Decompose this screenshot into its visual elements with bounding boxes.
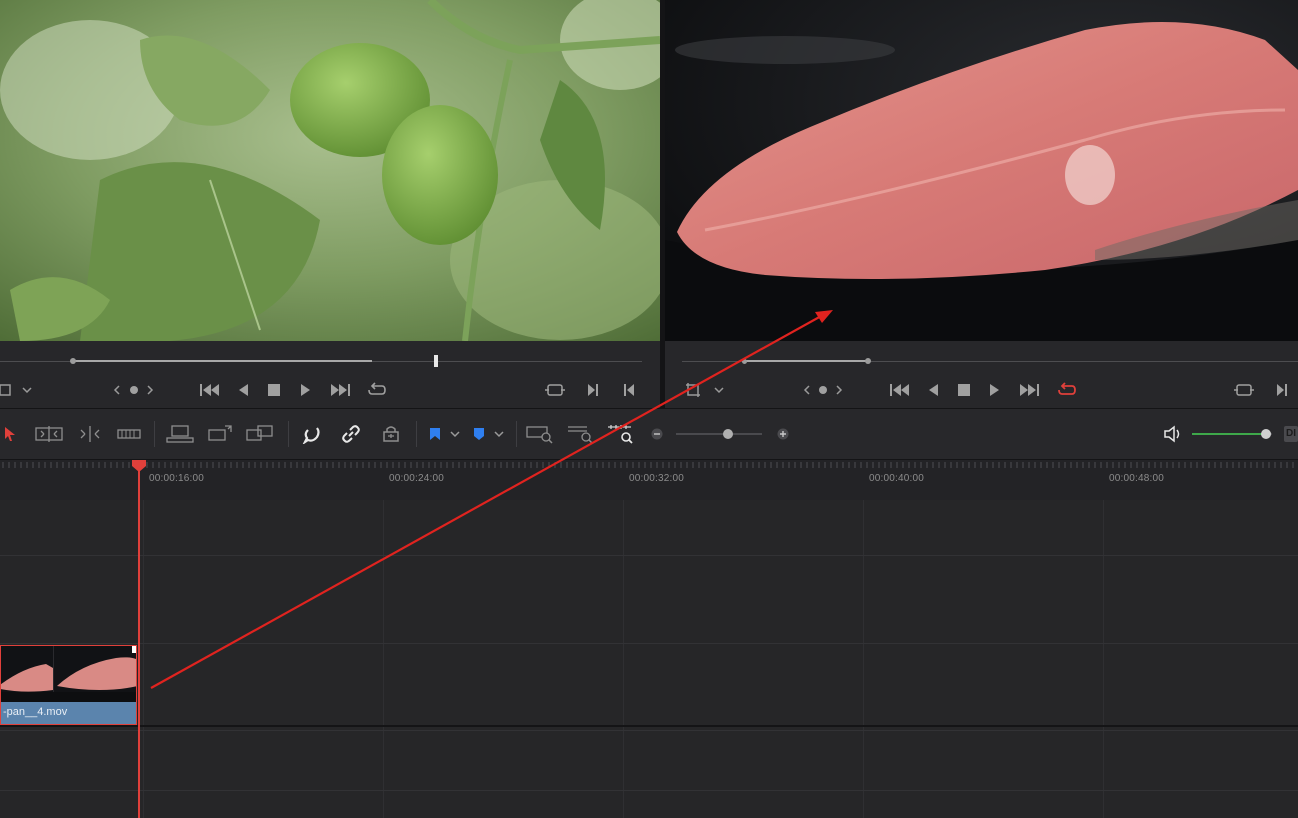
position-lock-icon[interactable] (379, 423, 403, 445)
play-icon[interactable] (987, 381, 1003, 399)
skip-start-icon[interactable] (198, 381, 222, 399)
loop-icon[interactable] (366, 381, 388, 399)
timecode-label: 00:00:48:00 (1109, 473, 1165, 484)
mark-out-icon[interactable] (621, 381, 637, 399)
next-arrow-icon[interactable] (143, 383, 157, 397)
toolbar-separator (154, 421, 155, 447)
toolbar-separator (516, 421, 517, 447)
overwrite-clip-icon[interactable] (206, 423, 234, 445)
chevron-down-icon[interactable] (492, 426, 506, 442)
match-frame-icon[interactable] (1233, 381, 1255, 399)
program-in-point[interactable] (742, 359, 747, 364)
track-divider (0, 555, 1298, 556)
skip-end-icon[interactable] (328, 381, 352, 399)
grid-line (143, 500, 144, 818)
flag-icon[interactable] (427, 425, 443, 443)
source-in-point[interactable] (70, 358, 76, 364)
clip-trim-handle[interactable] (132, 646, 136, 653)
source-playhead[interactable] (434, 355, 438, 367)
audio-meter-label: DI (1286, 428, 1296, 439)
playhead-handle[interactable] (131, 459, 147, 473)
chevron-down-icon[interactable] (448, 426, 462, 442)
volume-level (1192, 433, 1266, 435)
prev-arrow-icon[interactable] (110, 383, 124, 397)
mark-in-icon[interactable] (1274, 381, 1290, 399)
skip-end-icon[interactable] (1017, 381, 1041, 399)
stop-icon[interactable] (956, 381, 972, 399)
dot-icon[interactable] (127, 383, 141, 397)
dynamic-trim-icon[interactable] (76, 424, 104, 444)
trim-tool-icon[interactable] (34, 424, 64, 444)
volume-icon[interactable] (1162, 424, 1184, 444)
chevron-down-icon[interactable] (712, 383, 726, 397)
program-transport-bar (665, 341, 1298, 408)
crop-icon[interactable] (685, 383, 701, 397)
source-transport-bar (0, 341, 660, 408)
zoom-slider[interactable] (676, 433, 762, 435)
next-arrow-icon[interactable] (832, 383, 846, 397)
playhead-line[interactable] (138, 466, 140, 818)
replace-clip-icon[interactable] (245, 423, 275, 445)
play-reverse-icon[interactable] (925, 381, 941, 399)
track-divider (0, 730, 1298, 731)
audio-meter-button[interactable]: DI (1284, 426, 1298, 442)
timeline-toolbar: DI (0, 408, 1298, 460)
zoom-custom-icon[interactable] (606, 423, 636, 445)
mark-in-icon[interactable] (585, 381, 601, 399)
grid-line (1103, 500, 1104, 818)
program-scrub-range (745, 360, 867, 362)
snapping-icon[interactable] (300, 423, 324, 445)
zoom-out-icon[interactable] (650, 427, 664, 441)
timeline-clip[interactable]: -pan__4.mov (0, 645, 137, 725)
clip-label-bar: -pan__4.mov (1, 702, 136, 724)
grid-line (863, 500, 864, 818)
timecode-label: 00:00:16:00 (149, 473, 205, 484)
timeline-ruler[interactable]: 00:00:16:00 00:00:24:00 00:00:32:00 00:0… (0, 460, 1298, 500)
toolbar-separator (416, 421, 417, 447)
insert-clip-icon[interactable] (165, 423, 195, 445)
grid-line (623, 500, 624, 818)
timecode-label: 00:00:32:00 (629, 473, 685, 484)
timeline-tracks[interactable] (0, 500, 1298, 818)
source-viewer[interactable] (0, 0, 660, 341)
zoom-full-icon[interactable] (525, 423, 555, 445)
stop-icon[interactable] (266, 381, 282, 399)
play-icon[interactable] (298, 381, 314, 399)
grid-line (383, 500, 384, 818)
clip-thumbnails (1, 646, 136, 704)
walnut-branch-image (0, 0, 660, 341)
program-viewer[interactable] (665, 0, 1298, 341)
play-reverse-icon[interactable] (235, 381, 251, 399)
marker-icon[interactable] (471, 425, 487, 443)
toolbar-separator (288, 421, 289, 447)
zoom-slider-knob[interactable] (723, 429, 733, 439)
blade-tool-icon[interactable] (116, 424, 142, 444)
zoom-detail-icon[interactable] (566, 423, 596, 445)
dot-icon[interactable] (816, 383, 830, 397)
aspect-icon[interactable] (0, 383, 14, 397)
program-playhead[interactable] (865, 358, 871, 364)
linked-selection-icon[interactable] (339, 423, 363, 445)
track-divider (0, 643, 1298, 644)
video-audio-divider (0, 725, 1298, 727)
salmon-in-pan-image (665, 0, 1298, 341)
prev-arrow-icon[interactable] (800, 383, 814, 397)
loop-icon[interactable] (1056, 381, 1078, 399)
track-divider (0, 790, 1298, 791)
volume-slider-knob[interactable] (1261, 429, 1271, 439)
clip-name: -pan__4.mov (3, 706, 68, 718)
ruler-ticks (2, 462, 1294, 468)
zoom-in-icon[interactable] (776, 427, 790, 441)
chevron-down-icon[interactable] (20, 383, 34, 397)
source-scrub-range (73, 360, 372, 362)
match-frame-icon[interactable] (544, 381, 566, 399)
skip-start-icon[interactable] (888, 381, 912, 399)
timecode-label: 00:00:40:00 (869, 473, 925, 484)
timecode-label: 00:00:24:00 (389, 473, 445, 484)
selection-tool-icon[interactable] (2, 425, 18, 443)
